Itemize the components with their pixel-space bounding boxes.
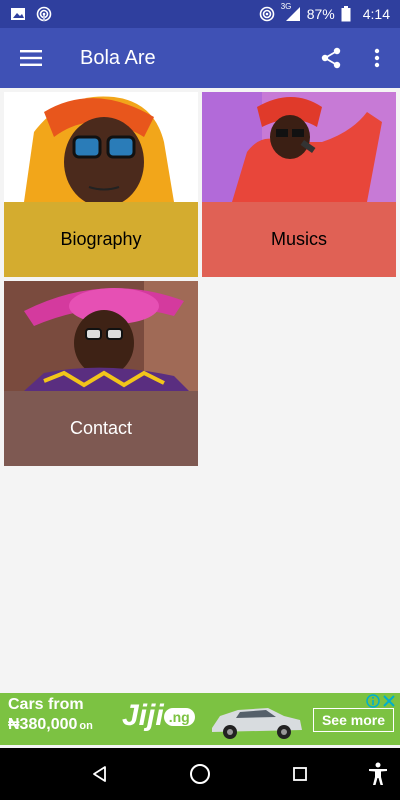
home-button[interactable] — [170, 748, 230, 800]
tile-label: Musics — [202, 202, 396, 277]
home-icon — [190, 764, 210, 784]
clock: 4:14 — [362, 6, 390, 22]
more-options-button[interactable] — [354, 28, 400, 88]
menu-button[interactable] — [0, 28, 62, 88]
musics-photo — [202, 92, 396, 202]
recents-icon — [293, 767, 307, 781]
share-icon — [321, 47, 341, 69]
back-button[interactable] — [70, 748, 130, 800]
signal-icon: 3G — [281, 2, 301, 22]
share-button[interactable] — [308, 28, 354, 88]
hotspot-icon — [36, 6, 52, 22]
image-icon — [11, 8, 25, 20]
recents-button[interactable] — [270, 748, 330, 800]
contact-photo — [4, 281, 198, 391]
jiji-logo: Jiji .ng — [122, 699, 195, 733]
accessibility-icon — [369, 762, 387, 785]
hotspot-icon — [259, 6, 275, 22]
tile-musics[interactable]: Musics — [202, 92, 396, 277]
ad-line1: Cars from — [8, 696, 84, 713]
ad-info-icon[interactable] — [366, 694, 380, 708]
tile-biography[interactable]: Biography — [4, 92, 198, 277]
ad-logo-suffix: .ng — [163, 708, 195, 727]
see-more-button[interactable]: See more — [312, 708, 394, 732]
tile-label: Biography — [4, 202, 198, 277]
battery-icon — [341, 6, 351, 22]
car-image — [212, 708, 302, 739]
ad-close-icon[interactable] — [382, 694, 396, 708]
accessibility-button[interactable] — [348, 748, 400, 800]
ad-price: ₦380,000 — [8, 716, 78, 733]
tile-contact[interactable]: Contact — [4, 281, 198, 466]
ad-on: on — [79, 720, 93, 732]
more-vert-icon — [374, 48, 380, 68]
app-title: Bola Are — [80, 46, 156, 69]
status-bar: 3G 87% 4:14 — [0, 0, 400, 28]
back-icon — [93, 766, 106, 782]
ad-line2: ₦380,000 on — [8, 716, 93, 734]
tile-label: Contact — [4, 391, 198, 466]
ad-logo-text: Jiji — [122, 699, 164, 732]
app-bar: Bola Are — [0, 28, 400, 88]
ad-text: Cars from ₦380,000 on — [8, 696, 93, 734]
biography-photo — [4, 92, 198, 202]
ad-banner[interactable]: Cars from ₦380,000 on Jiji .ng See more — [0, 693, 400, 745]
navigation-bar — [0, 748, 400, 800]
battery-percent: 87% — [306, 6, 335, 22]
menu-icon — [20, 50, 42, 66]
